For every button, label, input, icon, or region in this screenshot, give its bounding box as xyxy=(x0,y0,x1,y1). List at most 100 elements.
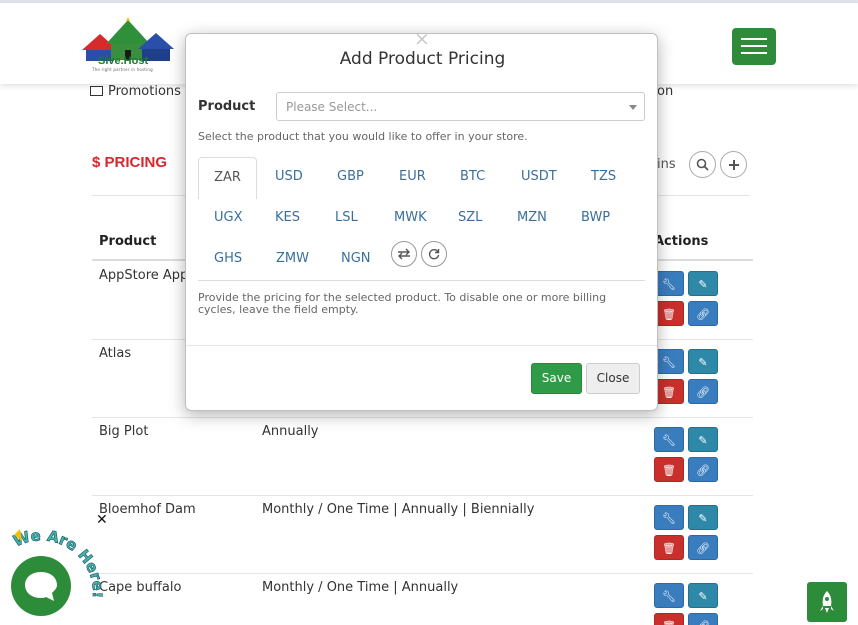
edit-button[interactable]: ✎ xyxy=(688,427,718,452)
promotions-icon xyxy=(90,86,103,96)
link-button[interactable]: 🔗︎ xyxy=(688,379,718,404)
menu-hamburger-button[interactable] xyxy=(732,28,776,65)
product-select-placeholder: Please Select... xyxy=(286,100,378,114)
tab-usd[interactable]: USD xyxy=(275,169,303,184)
pencil-icon: ✎ xyxy=(698,356,708,369)
configure-button[interactable]: 🔧︎ xyxy=(654,427,684,452)
row-divider xyxy=(92,495,753,496)
pricing-help-text: Provide the pricing for the selected pro… xyxy=(198,291,607,316)
tab-ugx[interactable]: UGX xyxy=(214,210,243,225)
chat-dismiss-button[interactable]: ✕ xyxy=(96,512,108,528)
configure-button[interactable]: 🔧︎ xyxy=(654,583,684,608)
plus-icon xyxy=(728,160,739,170)
row-divider xyxy=(92,417,753,418)
link-icon: 🔗︎ xyxy=(696,542,710,555)
toolbar-fragment[interactable]: ins xyxy=(657,157,676,172)
search-button[interactable] xyxy=(689,151,716,178)
logo-tagline: The right partner in hosting xyxy=(92,67,153,72)
nav-promotions-link[interactable]: Promotions xyxy=(90,84,181,99)
link-button[interactable]: 🔗︎ xyxy=(688,457,718,482)
add-button[interactable] xyxy=(720,151,747,178)
chat-launcher-button[interactable] xyxy=(11,556,71,616)
tab-mzn[interactable]: MZN xyxy=(517,210,547,225)
modal-title: Add Product Pricing xyxy=(339,49,506,69)
billing-cycles: Monthly / One Time | Annually | Biennial… xyxy=(262,502,535,517)
delete-button[interactable]: 🗑︎ xyxy=(654,301,684,326)
rocket-icon xyxy=(820,591,834,613)
delete-button[interactable]: 🗑︎ xyxy=(654,535,684,560)
trash-icon: 🗑︎ xyxy=(662,542,676,555)
col-header-actions: Actions xyxy=(654,234,709,249)
tab-mwk[interactable]: MWK xyxy=(394,210,427,225)
tab-bwp[interactable]: BWP xyxy=(581,210,610,225)
link-icon: 🔗︎ xyxy=(696,308,710,321)
modal-footer-rule xyxy=(186,345,657,346)
tab-tzs[interactable]: TZS xyxy=(591,169,616,184)
save-button[interactable]: Save xyxy=(531,363,582,394)
delete-button[interactable]: 🗑︎ xyxy=(654,379,684,404)
tab-ngn[interactable]: NGN xyxy=(341,251,371,266)
col-header-product: Product xyxy=(99,234,157,249)
exchange-icon xyxy=(398,248,410,260)
product-name: Bloemhof Dam xyxy=(99,502,196,517)
pencil-icon: ✎ xyxy=(698,590,708,603)
nav-promotions-label: Promotions xyxy=(108,84,181,99)
tab-zar[interactable]: ZAR xyxy=(198,157,257,199)
edit-button[interactable]: ✎ xyxy=(688,271,718,296)
scroll-top-button[interactable] xyxy=(807,582,847,622)
link-icon: 🔗︎ xyxy=(696,464,710,477)
edit-button[interactable]: ✎ xyxy=(688,505,718,530)
tab-ghs[interactable]: GHS xyxy=(214,251,242,266)
tab-gbp[interactable]: GBP xyxy=(337,169,364,184)
link-button[interactable]: 🔗︎ xyxy=(688,613,718,625)
refresh-button[interactable] xyxy=(421,241,447,267)
chevron-down-icon xyxy=(629,105,637,110)
link-icon: 🔗︎ xyxy=(696,386,710,399)
link-button[interactable]: 🔗︎ xyxy=(688,301,718,326)
product-help-text: Select the product that you would like t… xyxy=(198,130,528,143)
trash-icon: 🗑︎ xyxy=(662,620,676,625)
tab-szl[interactable]: SZL xyxy=(458,210,482,225)
pencil-icon: ✎ xyxy=(698,512,708,525)
tab-zmw[interactable]: ZMW xyxy=(276,251,309,266)
tab-lsl[interactable]: LSL xyxy=(335,210,358,225)
search-icon xyxy=(696,158,709,171)
edit-button[interactable]: ✎ xyxy=(688,349,718,374)
link-button[interactable]: 🔗︎ xyxy=(688,535,718,560)
tab-label: ZAR xyxy=(214,170,241,185)
product-name: AppStore App xyxy=(99,268,189,283)
page-title: $ PRICING xyxy=(92,154,168,171)
configure-button[interactable]: 🔧︎ xyxy=(654,349,684,374)
tab-content-rule xyxy=(198,280,645,281)
link-icon: 🔗︎ xyxy=(696,620,710,625)
edit-button[interactable]: ✎ xyxy=(688,583,718,608)
exchange-button[interactable] xyxy=(391,241,417,267)
delete-button[interactable]: 🗑︎ xyxy=(654,613,684,625)
tab-usdt[interactable]: USDT xyxy=(521,169,557,184)
tab-kes[interactable]: KES xyxy=(275,210,300,225)
trash-icon: 🗑︎ xyxy=(662,464,676,477)
logo-text: Sive.Host xyxy=(98,55,149,67)
product-name: Atlas xyxy=(99,346,132,361)
wrench-icon: 🔧︎ xyxy=(662,278,676,291)
trash-icon: 🗑︎ xyxy=(662,308,676,321)
tab-btc[interactable]: BTC xyxy=(460,169,485,184)
product-select[interactable]: Please Select... xyxy=(276,92,645,121)
trash-icon: 🗑︎ xyxy=(662,386,676,399)
billing-cycles: Monthly / One Time | Annually xyxy=(262,580,459,595)
pencil-icon: ✎ xyxy=(698,434,708,447)
product-name: Big Plot xyxy=(99,424,149,439)
tab-eur[interactable]: EUR xyxy=(399,169,426,184)
wrench-icon: 🔧︎ xyxy=(662,356,676,369)
configure-button[interactable]: 🔧︎ xyxy=(654,505,684,530)
wrench-icon: 🔧︎ xyxy=(662,512,676,525)
modal-close-icon[interactable]: × xyxy=(414,28,430,50)
close-button[interactable]: Close xyxy=(586,363,640,394)
configure-button[interactable]: 🔧︎ xyxy=(654,271,684,296)
row-divider xyxy=(92,573,753,574)
pencil-icon: ✎ xyxy=(698,278,708,291)
delete-button[interactable]: 🗑︎ xyxy=(654,457,684,482)
chat-bubble-icon xyxy=(25,572,57,601)
wrench-icon: 🔧︎ xyxy=(662,590,676,603)
nav-right-link[interactable]: on xyxy=(657,84,673,99)
